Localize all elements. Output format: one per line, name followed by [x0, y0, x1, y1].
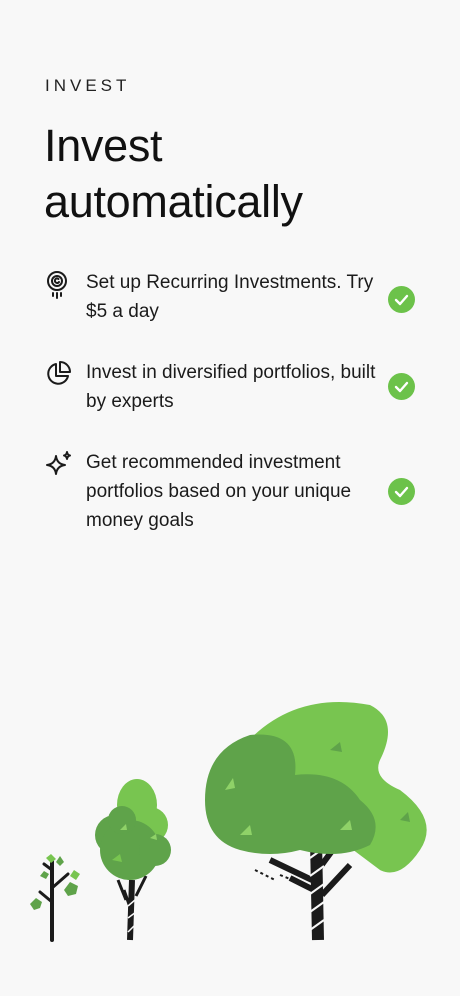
check-icon [388, 373, 415, 400]
page-title: Invest automatically [44, 120, 303, 227]
check-icon [388, 286, 415, 313]
feature-text: Set up Recurring Investments. Try $5 a d… [86, 272, 374, 322]
large-tree-illustration [205, 702, 427, 941]
feature-text: Invest in diversified portfolios, built … [86, 362, 376, 412]
sapling-illustration [30, 854, 80, 942]
feature-text: Get recommended investment portfolios ba… [86, 452, 352, 531]
eyebrow-label: INVEST [45, 76, 131, 95]
medium-tree-illustration [95, 779, 171, 941]
trees-illustration [30, 702, 427, 942]
check-icon [388, 478, 415, 505]
recurring-coin-icon [44, 270, 74, 300]
pie-chart-icon [44, 360, 74, 390]
sparkle-icon [44, 450, 74, 480]
